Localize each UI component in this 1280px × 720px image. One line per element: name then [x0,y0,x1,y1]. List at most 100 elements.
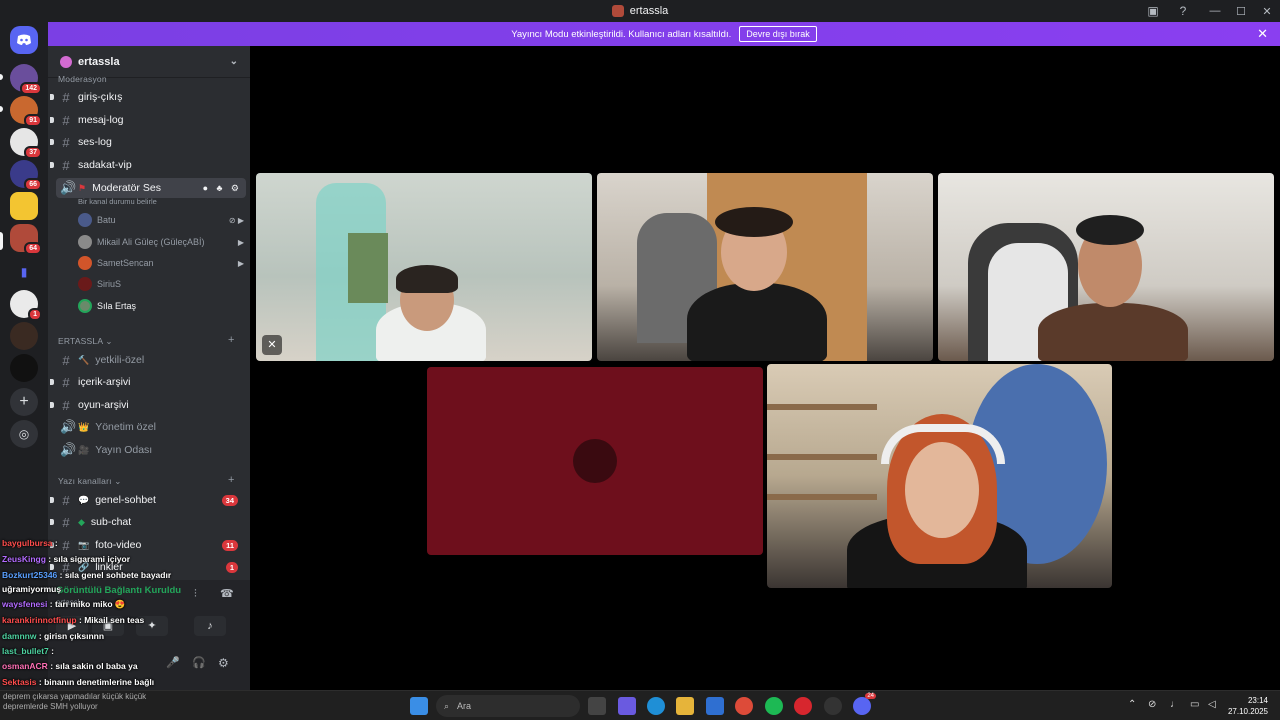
noise-suppression-icon[interactable]: ⫶ [194,588,197,601]
channel-sub-chat[interactable]: # ◆ sub-chat [50,512,246,532]
display-icon[interactable]: ▭ [1190,699,1199,710]
task-view-icon[interactable] [588,697,606,715]
chevron-up-icon[interactable]: ⌃ [1128,699,1136,710]
close-banner-icon[interactable]: ✕ [1257,26,1268,42]
file-explorer-icon[interactable] [676,697,694,715]
start-icon[interactable] [410,697,428,715]
connection-status[interactable]: Görüntülü Bağlantı Kuruldu [56,585,181,596]
volume-icon[interactable]: ◁ [1208,699,1216,710]
server-icon[interactable] [10,322,38,350]
voice-member[interactable]: Sıla Ertaş [78,297,244,315]
headphones-icon[interactable]: 🎧 [192,656,206,669]
taskbar-search[interactable]: ⌕ Ara [436,695,580,717]
avatar [78,299,92,313]
opera-icon[interactable] [794,697,812,715]
maximize-button[interactable]: ☐ [1228,5,1254,18]
disable-streamer-mode-button[interactable]: Devre dışı bırak [739,26,817,42]
stream-icon: 🎥 [78,444,90,455]
voice-member[interactable]: SametSencan ▶ [78,254,244,272]
close-window-button[interactable]: ✕ [1254,5,1280,18]
server-icon[interactable] [10,354,38,382]
spotify-icon[interactable] [765,697,783,715]
chevron-down-icon: ⌄ [229,56,238,67]
hash-icon: # [62,537,70,553]
network-icon[interactable]: ⊘ [1148,699,1156,710]
add-channel-icon[interactable]: + [228,474,235,486]
copilot-icon[interactable] [618,697,636,715]
voice-channel-yayin-odasi[interactable]: 🔊 🎥 Yayın Odası [56,440,246,460]
edge-icon[interactable] [647,697,665,715]
channel-oyun-arsivi[interactable]: # oyun-arşivi [50,395,246,415]
hash-icon: # [62,157,70,173]
video-tile[interactable] [597,173,933,361]
obs-icon[interactable] [824,697,842,715]
camera-icon: ▶ [237,237,244,247]
minimize-button[interactable]: — [1202,5,1228,17]
unread-pill [0,106,3,112]
channel-genel-sohbet[interactable]: # 💬 genel-sohbet 34 [50,490,246,510]
avatar-tile[interactable] [427,367,763,555]
channel-mesaj-log[interactable]: # mesaj-log [50,110,246,130]
chat-message: waysfenesi : tarı miko miko 😍 [2,599,126,609]
mention-badge: 34 [221,494,238,506]
category-label[interactable]: Yazı kanalları ⌄ + [58,474,234,487]
server-icon[interactable]: 91 [10,96,42,127]
speaker-icon: 🔊 [60,419,77,434]
microphone-icon[interactable]: 🎤 [166,656,180,669]
chrome-icon[interactable] [735,697,753,715]
avatar [78,213,92,227]
channel-giris-cikis[interactable]: # giriş-çıkış [50,87,246,107]
add-channel-icon[interactable]: + [228,334,235,346]
server-icon[interactable]: 142 [10,64,42,95]
help-icon[interactable]: ? [1176,4,1190,18]
video-tile[interactable]: ✕ [256,173,592,361]
voice-channel-yonetim-ozel[interactable]: 🔊 👑 Yönetim özel [56,417,246,437]
voice-channel-moderator-ses[interactable]: 🔊 ⚑ Moderatör Ses ● ♣ ⚙ [56,178,246,198]
channel-sadakat-vip[interactable]: # sadakat-vip [50,155,246,175]
chat-message: last_bullet7 : [2,646,54,656]
windows-taskbar: ⌕ Ara 24 ⌃ ⊘ ♩ ▭ ◁ 23:14 27.10.2025 [0,690,1280,720]
voice-channel-actions-icon[interactable]: ● ♣ ⚙ [203,183,246,194]
window-controls: — ☐ ✕ [1202,0,1280,22]
voice-member[interactable]: Mikail Ali Güleç (GüleçABİ) ▶ [78,233,244,251]
user-settings-icon[interactable]: ⚙ [218,656,229,670]
mute-camera-icon: ⊘ ▶ [228,215,244,225]
add-server-icon[interactable]: + [10,388,38,416]
hash-icon: # [62,89,70,105]
server-icon-ertassla[interactable]: 64 [10,224,42,255]
channel-foto-video[interactable]: # 📷 foto-video 11 [50,535,246,555]
channel-icerik-arsivi[interactable]: # içerik-arşivi [50,372,246,392]
video-tile[interactable] [938,173,1274,361]
server-icon[interactable]: 1 [10,290,42,321]
chat-message: damnnw : girisn çıksınnn [2,631,105,641]
avatar [573,439,617,483]
muted-mic-icon: ✕ [262,335,282,355]
server-badge-icon [60,55,72,68]
chat-message: Bozkurt25346 : sıla genel sohbete bayadı… [2,570,172,580]
inbox-icon[interactable]: ▣ [1146,4,1160,18]
avatar [78,256,92,270]
disconnect-icon[interactable]: ☎ [220,587,234,600]
discover-icon[interactable]: ◎ [10,420,38,448]
category-label[interactable]: Moderasyon [58,74,107,84]
camera-icon: ▶ [237,258,244,268]
lock-server-icon[interactable] [10,192,38,220]
channel-status[interactable]: Bir kanal durumu belirle [78,197,157,206]
mic-tray-icon[interactable]: ♩ [1170,699,1180,710]
hash-icon: # [62,134,70,150]
discord-taskbar-icon[interactable]: 24 [853,693,876,715]
taskbar-clock[interactable]: 23:14 27.10.2025 [1228,695,1268,717]
server-icon[interactable]: 37 [10,128,42,159]
channel-yetkili-ozel[interactable]: # 🔨 yetkili-özel [56,350,246,370]
hash-icon: # [62,397,70,413]
folder-icon[interactable]: ▮ [10,258,38,286]
voice-member[interactable]: SiriuS [78,275,244,293]
discord-home-icon[interactable] [10,26,38,54]
store-icon[interactable] [706,697,724,715]
video-tile[interactable] [767,364,1112,588]
channel-ses-log[interactable]: # ses-log [50,132,246,152]
voice-member[interactable]: Batu ⊘ ▶ [78,211,244,229]
category-label[interactable]: ERTASSLA ⌄ + [58,334,234,347]
soundboard-icon[interactable]: ♪ [194,616,226,636]
server-icon[interactable]: 66 [10,160,42,191]
